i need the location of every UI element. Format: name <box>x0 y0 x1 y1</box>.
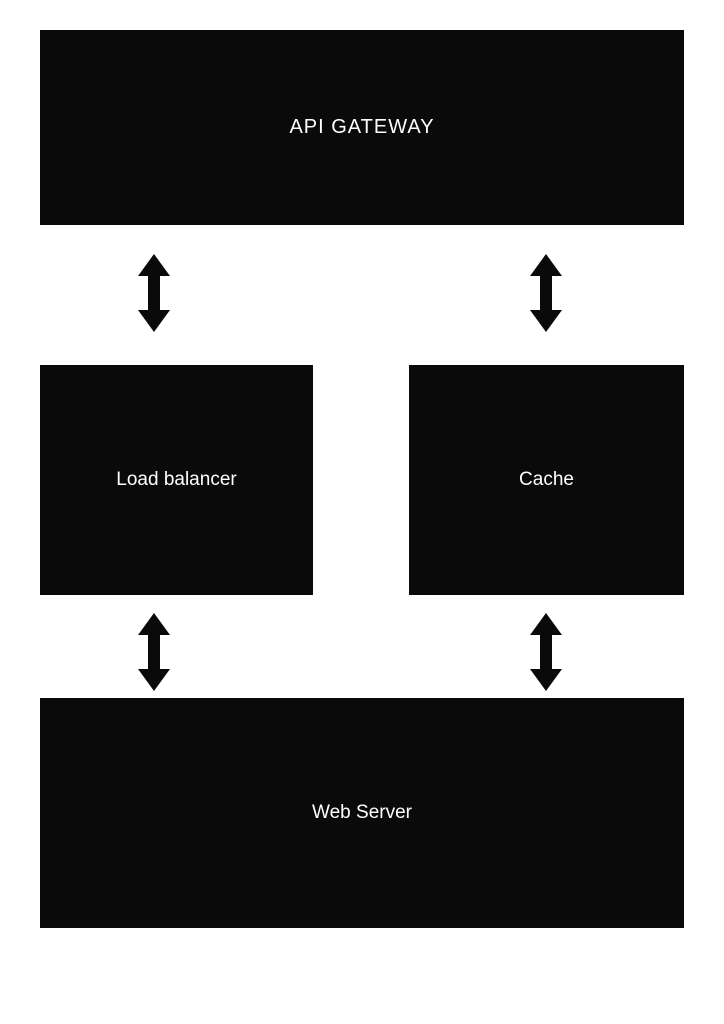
web-server-block: Web Server <box>40 698 684 928</box>
web-server-label: Web Server <box>312 802 412 824</box>
load-balancer-label: Load balancer <box>116 469 236 491</box>
double-arrow-icon <box>522 254 570 332</box>
cache-label: Cache <box>519 469 574 491</box>
double-arrow-icon <box>130 613 178 691</box>
api-gateway-block: API GATEWAY <box>40 30 684 225</box>
load-balancer-block: Load balancer <box>40 365 313 595</box>
double-arrow-icon <box>130 254 178 332</box>
double-arrow-icon <box>522 613 570 691</box>
api-gateway-label: API GATEWAY <box>289 116 434 139</box>
cache-block: Cache <box>409 365 684 595</box>
